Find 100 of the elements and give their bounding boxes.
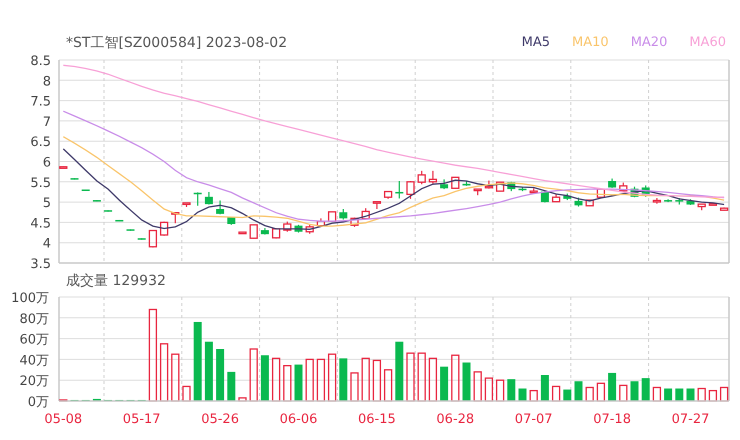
candlestick	[82, 190, 90, 192]
volume-bar	[306, 358, 314, 402]
volume-bar	[574, 381, 582, 401]
candlestick	[474, 188, 482, 196]
candlestick	[260, 228, 269, 235]
candlestick	[496, 182, 504, 192]
volume-bar	[418, 352, 426, 402]
candlestick	[194, 192, 202, 206]
volume-label: 成交量 129932	[66, 272, 166, 290]
candlestick	[115, 220, 124, 222]
volume-bar	[698, 388, 706, 402]
candlestick	[428, 170, 438, 184]
candlestick	[418, 170, 426, 184]
volume-bar	[596, 382, 606, 402]
candlestick	[339, 209, 348, 220]
volume-bar	[362, 358, 370, 402]
y-axis-label: 6.5	[30, 135, 51, 150]
y-axis-label: 3.5	[30, 257, 51, 270]
volume-bar	[642, 378, 650, 401]
candlestick	[316, 218, 326, 227]
candlestick	[362, 208, 370, 220]
volume-bar	[160, 343, 168, 402]
candlestick	[171, 212, 180, 224]
candlestick	[563, 194, 572, 200]
y-axis-label: 8	[42, 74, 51, 90]
legend-label: MA20	[630, 34, 668, 52]
volume-bar	[350, 372, 359, 402]
y-axis-label: 4.5	[30, 216, 51, 232]
volume-bar	[406, 352, 415, 402]
candlestick	[138, 238, 146, 240]
y-axis-label: 0万	[28, 395, 49, 410]
candlestick	[708, 203, 718, 206]
candlestick	[596, 188, 606, 198]
candlestick	[384, 190, 392, 199]
candlestick	[698, 203, 706, 210]
candlestick	[530, 188, 538, 194]
candlestick	[216, 200, 224, 214]
volume-bar	[608, 372, 616, 401]
candlestick	[294, 224, 302, 233]
volume-bar	[440, 366, 448, 401]
candlestick	[484, 180, 494, 189]
volume-bar	[708, 390, 718, 402]
y-axis-label: 7	[42, 114, 51, 130]
volume-bar	[216, 349, 224, 401]
x-axis-label: 06-06	[280, 412, 318, 427]
volume-bar	[586, 386, 594, 402]
y-axis-label: 60万	[19, 332, 49, 348]
candlestick	[92, 200, 101, 202]
candlestick	[518, 187, 526, 192]
volume-bar	[372, 360, 382, 402]
volume-bar	[451, 354, 460, 402]
volume-bar	[507, 379, 516, 401]
candlestick	[350, 218, 359, 227]
volume-bar	[384, 369, 392, 402]
volume-bar	[182, 386, 191, 402]
candlestick	[306, 224, 314, 234]
chart-title: *ST工智[SZ000584] 2023-08-02	[66, 34, 288, 52]
volume-bar	[484, 377, 494, 402]
candlestick	[227, 216, 236, 225]
candlestick	[675, 198, 684, 205]
volume-bar	[272, 358, 280, 402]
volume-bar	[428, 358, 438, 402]
y-axis-label: 5	[42, 196, 51, 212]
y-axis-label: 6	[42, 156, 51, 170]
candlestick	[204, 192, 213, 205]
candlestick	[160, 222, 168, 236]
candlestick	[283, 222, 292, 232]
volume-bar	[530, 390, 538, 402]
volume-bar	[474, 371, 482, 402]
candlestick	[630, 186, 638, 198]
volume-bar	[630, 381, 638, 401]
candlestick	[619, 182, 628, 192]
legend-label: MA5	[522, 34, 550, 52]
candlestick	[126, 229, 134, 231]
volume-bar	[238, 397, 247, 402]
volume-bar	[686, 388, 694, 401]
volume-bar	[675, 388, 684, 401]
legend-label: MA10	[572, 34, 609, 52]
candlestick	[507, 182, 516, 192]
volume-bar	[720, 386, 728, 402]
x-axis-label: 06-15	[358, 412, 396, 427]
volume-bar	[652, 386, 662, 402]
candlestick	[664, 199, 672, 202]
y-axis-label: 4	[42, 236, 51, 252]
candlestick	[70, 178, 78, 180]
candlestick	[182, 202, 191, 207]
candlestick	[328, 211, 336, 222]
x-axis-label: 07-07	[514, 412, 553, 427]
volume-bar	[59, 399, 68, 402]
volume-bar	[496, 380, 504, 402]
candlestick	[372, 201, 382, 209]
candlestick	[250, 224, 258, 239]
candlestick	[686, 199, 694, 205]
volume-bar	[563, 390, 572, 401]
volume-bar	[283, 365, 292, 402]
y-axis-label: 8.5	[30, 54, 51, 69]
candlestick	[59, 166, 68, 169]
candlestick	[272, 228, 280, 239]
volume-bar	[552, 386, 560, 402]
y-axis-label: 5.5	[30, 176, 51, 191]
